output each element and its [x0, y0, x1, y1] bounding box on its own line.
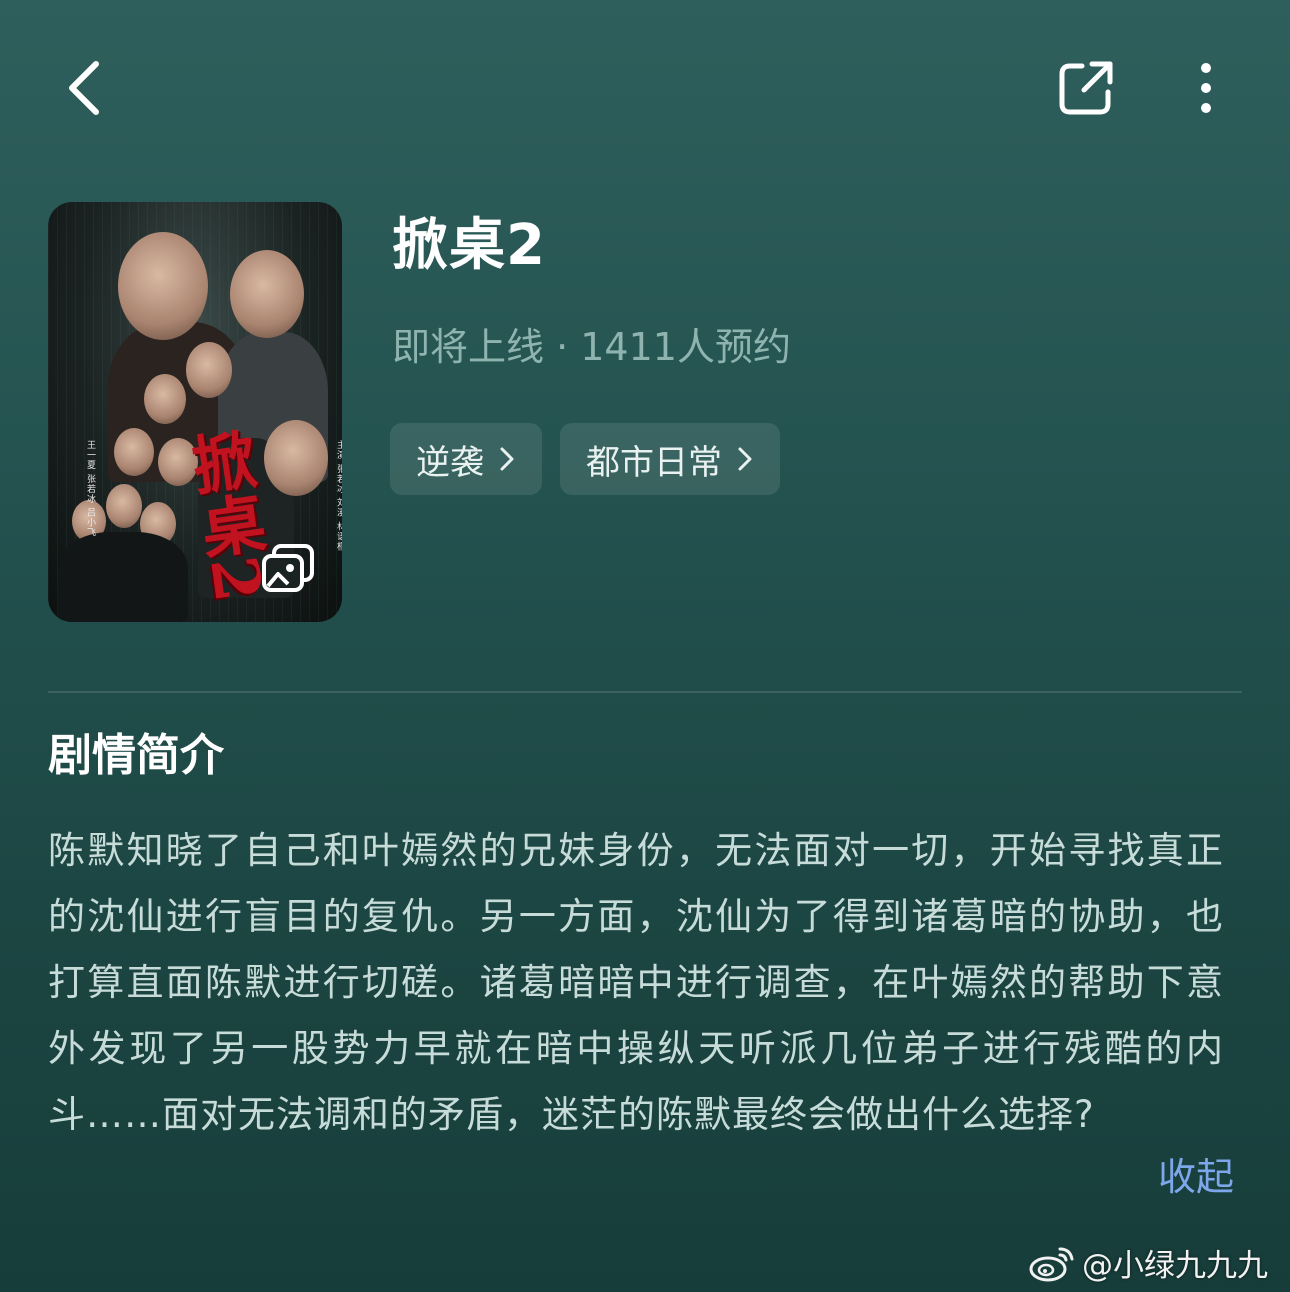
tag-urban-daily[interactable]: 都市日常: [560, 423, 780, 495]
tag-label: 都市日常: [586, 442, 722, 483]
show-poster[interactable]: 王一夏 张若冰 吕小飞 主演 张若冰 刘漫 林语桐 掀桌2: [48, 202, 342, 622]
poster-face: [230, 250, 304, 338]
poster-face: [118, 232, 208, 340]
poster-credits-right: 主演 张若冰 刘漫 林语桐: [335, 440, 342, 552]
synopsis-text: 陈默知晓了自己和叶嫣然的兄妹身份，无法面对一切，开始寻找真正的沈仙进行盲目的复仇…: [48, 829, 1224, 1136]
collapse-button[interactable]: 收起: [1158, 1152, 1234, 1202]
chevron-right-icon: [500, 447, 514, 471]
poster-face: [106, 484, 142, 528]
poster-face: [186, 342, 232, 398]
watermark-text: @小绿九九九: [1082, 1248, 1268, 1284]
poster-face: [144, 374, 186, 424]
chevron-left-icon[interactable]: [58, 56, 118, 120]
release-status: 即将上线 · 1411人预约: [392, 325, 791, 369]
synopsis-heading: 剧情简介: [48, 730, 224, 781]
watermark: @小绿九九九: [1028, 1240, 1268, 1285]
weibo-icon: [1029, 1247, 1074, 1281]
more-vertical-icon[interactable]: [1186, 58, 1226, 118]
share-external-icon[interactable]: [1056, 58, 1116, 118]
poster-credits-left: 王一夏 张若冰 吕小飞: [85, 440, 95, 538]
show-title: 掀桌2: [392, 213, 546, 278]
gallery-icon[interactable]: [260, 542, 316, 594]
top-navigation-bar: [0, 0, 1290, 180]
section-divider: [48, 691, 1242, 693]
chevron-right-icon: [738, 447, 752, 471]
tag-comeback[interactable]: 逆袭: [390, 423, 542, 495]
tag-label: 逆袭: [416, 442, 484, 483]
genre-tags: 逆袭 都市日常: [390, 423, 780, 495]
